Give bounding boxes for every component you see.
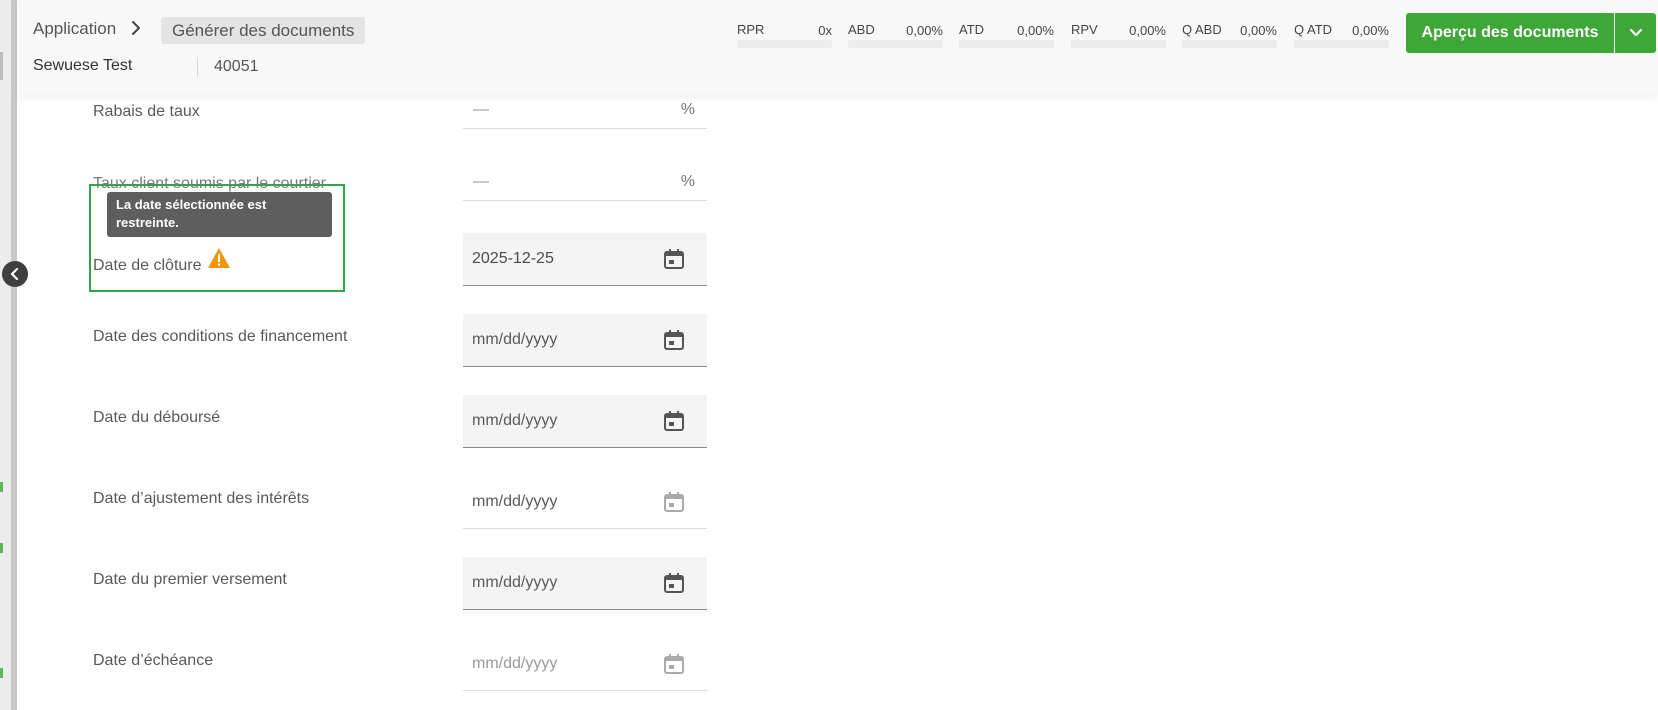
maturity-date-input[interactable]: mm/dd/yyyy	[463, 638, 707, 691]
chevron-left-icon	[10, 268, 19, 280]
metric-bar	[959, 40, 1054, 48]
preview-dropdown-button[interactable]	[1615, 13, 1656, 53]
left-rail	[0, 0, 17, 710]
rate-discount-label: Rabais de taux	[93, 103, 200, 120]
metric-label: RPV	[1071, 22, 1098, 37]
broker-rate-value: —	[473, 173, 489, 190]
disbursement-date-input[interactable]: mm/dd/yyyy	[463, 395, 707, 448]
header-divider	[197, 57, 198, 77]
metric-value: 0,00%	[1240, 23, 1277, 38]
calendar-icon[interactable]	[663, 653, 685, 680]
financing-conditions-date-input[interactable]: mm/dd/yyyy	[463, 314, 707, 367]
first-payment-date-input[interactable]: mm/dd/yyyy	[463, 557, 707, 610]
interest-adjustment-date-input[interactable]: mm/dd/yyyy	[463, 476, 707, 529]
warning-icon	[207, 247, 231, 274]
metric-label: ATD	[959, 22, 985, 37]
rail-tick	[0, 543, 3, 553]
metric-label: ABD	[848, 22, 875, 37]
left-rail-border	[11, 0, 17, 710]
disbursement-date-label: Date du déboursé	[93, 409, 221, 426]
metric-rpr: RPR 0x	[737, 22, 832, 48]
collapse-sidebar-button[interactable]	[2, 261, 28, 287]
client-name: Sewuese Test	[33, 57, 133, 74]
metric-value: 0,00%	[906, 23, 943, 38]
first-payment-date-label: Date du premier versement	[93, 571, 287, 588]
percent-unit: %	[680, 101, 695, 118]
metric-label: RPR	[737, 22, 765, 37]
calendar-icon[interactable]	[663, 248, 685, 275]
metric-q-abd: Q ABD 0,00%	[1182, 22, 1277, 48]
metric-bar	[848, 40, 943, 48]
metric-bar	[1071, 40, 1166, 48]
chevron-down-icon	[1629, 28, 1642, 37]
metric-q-atd: Q ATD 0,00%	[1294, 22, 1389, 48]
file-number: 40051	[214, 58, 259, 75]
metric-bar	[737, 40, 832, 48]
metric-bar	[1182, 40, 1277, 48]
breadcrumb-current: Générer des documents	[161, 17, 366, 44]
interest-adjustment-date-label: Date d’ajustement des intérêts	[93, 490, 310, 507]
breadcrumb-application[interactable]: Application	[33, 19, 116, 39]
metric-value: 0,00%	[1017, 23, 1054, 38]
metric-rpv: RPV 0,00%	[1071, 22, 1166, 48]
metric-value: 0,00%	[1129, 23, 1166, 38]
financing-conditions-date-placeholder: mm/dd/yyyy	[472, 331, 558, 348]
broker-rate-field[interactable]: — %	[463, 170, 707, 201]
rate-discount-field[interactable]: — %	[463, 98, 707, 129]
metric-atd: ATD 0,00%	[959, 22, 1054, 48]
metric-label: Q ATD	[1294, 22, 1333, 37]
chevron-right-icon	[130, 20, 142, 41]
maturity-date-placeholder: mm/dd/yyyy	[472, 655, 558, 672]
first-payment-date-placeholder: mm/dd/yyyy	[472, 574, 558, 591]
calendar-icon[interactable]	[663, 329, 685, 356]
closing-date-value: 2025-12-25	[472, 250, 554, 267]
closing-date-input[interactable]: 2025-12-25	[463, 233, 707, 286]
rail-tick	[0, 482, 3, 492]
metric-abd: ABD 0,00%	[848, 22, 943, 48]
metric-value: 0x	[818, 23, 832, 38]
preview-documents-button[interactable]: Aperçu des documents	[1406, 13, 1614, 53]
calendar-icon[interactable]	[663, 410, 685, 437]
rail-tick	[0, 668, 3, 678]
metric-label: Q ABD	[1182, 22, 1222, 37]
restricted-date-tooltip: La date sélectionnée est restreinte.	[107, 192, 332, 237]
page-header: Application Générer des documents Sewues…	[17, 0, 1658, 95]
disbursement-date-placeholder: mm/dd/yyyy	[472, 412, 558, 429]
metric-bar	[1294, 40, 1389, 48]
metric-value: 0,00%	[1352, 23, 1389, 38]
calendar-icon[interactable]	[663, 491, 685, 518]
percent-unit: %	[680, 173, 695, 190]
calendar-icon[interactable]	[663, 572, 685, 599]
maturity-date-label: Date d’échéance	[93, 652, 214, 669]
rate-discount-value: —	[473, 101, 489, 118]
rail-notch	[0, 52, 3, 80]
interest-adjustment-date-placeholder: mm/dd/yyyy	[472, 493, 558, 510]
financing-conditions-date-label: Date des conditions de financement	[93, 328, 348, 345]
